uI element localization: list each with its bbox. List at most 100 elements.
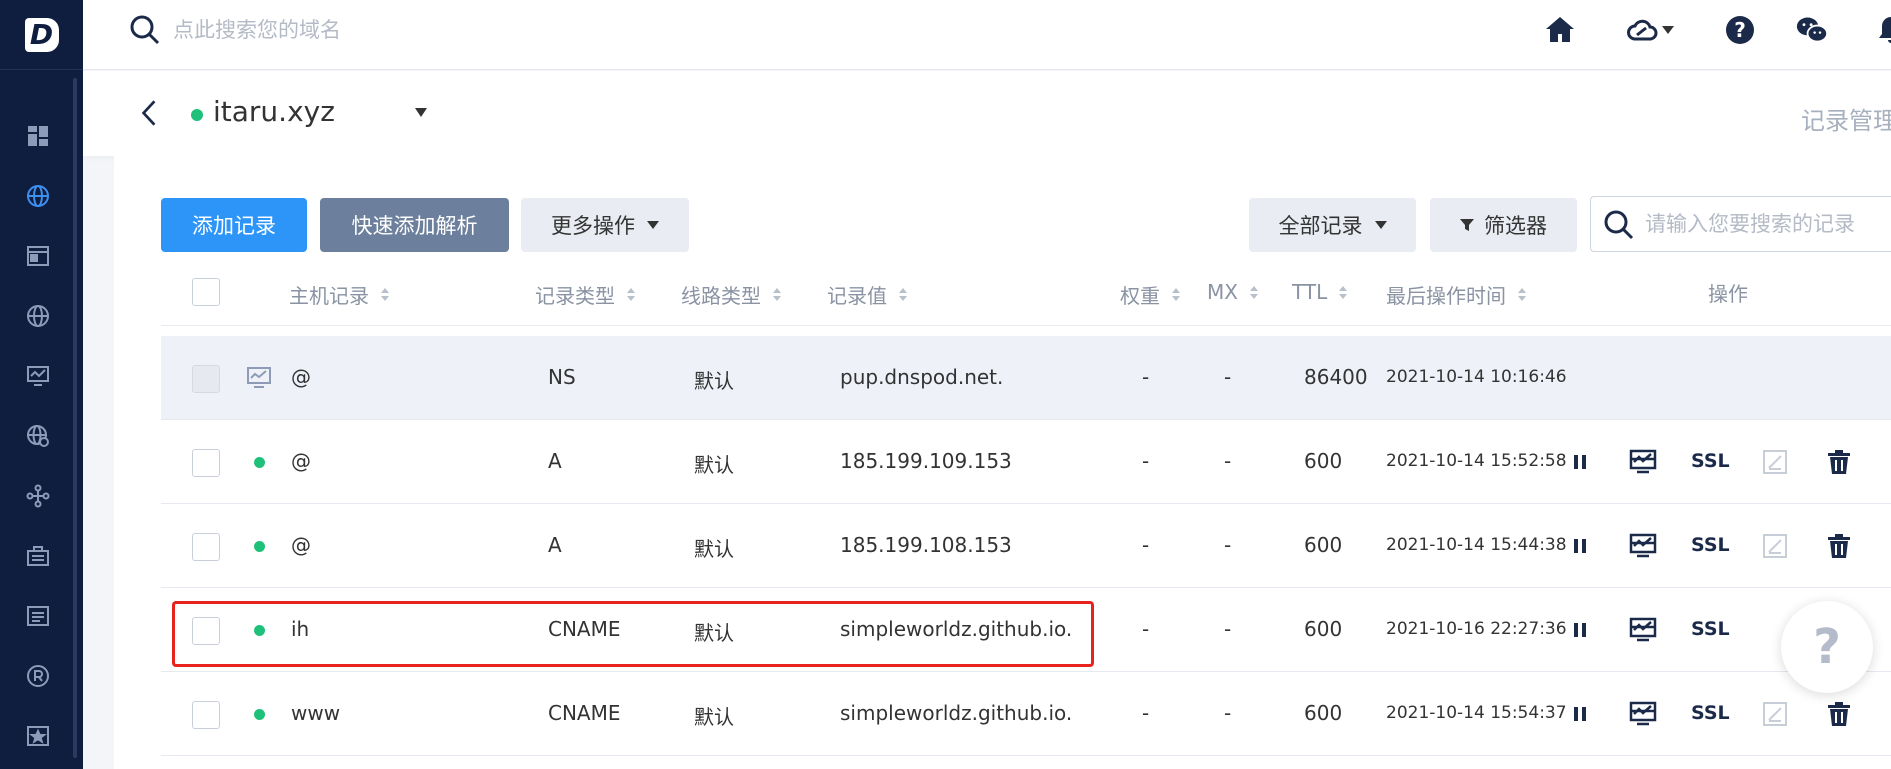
pause-icon[interactable] bbox=[1563, 529, 1597, 563]
network-icon[interactable] bbox=[24, 482, 52, 510]
more-actions-button[interactable]: 更多操作 bbox=[521, 198, 689, 252]
col-ttl-label: TTL bbox=[1292, 280, 1328, 304]
monitor-icon[interactable] bbox=[24, 362, 52, 390]
logo-mark: D bbox=[24, 17, 59, 52]
window-icon[interactable] bbox=[24, 242, 52, 270]
briefcase-icon[interactable] bbox=[24, 542, 52, 570]
ssl-button[interactable]: SSL bbox=[1691, 450, 1730, 472]
cell-value: simpleworldz.github.io. bbox=[840, 701, 1073, 725]
pause-icon[interactable] bbox=[1563, 445, 1597, 479]
filter-label: 筛选器 bbox=[1484, 214, 1547, 238]
col-weight-label: 权重 bbox=[1120, 284, 1160, 308]
domain-dropdown-caret-icon[interactable] bbox=[415, 108, 427, 117]
trash-icon[interactable] bbox=[1822, 697, 1856, 731]
monitor-icon[interactable] bbox=[1626, 529, 1660, 563]
globe-icon[interactable] bbox=[24, 302, 52, 330]
record-search-input[interactable] bbox=[1645, 209, 1891, 239]
sort-icon bbox=[1172, 288, 1180, 301]
ssl-button[interactable]: SSL bbox=[1691, 702, 1730, 724]
floating-help-button[interactable]: ? bbox=[1781, 601, 1873, 693]
table-header: 主机记录 记录类型 线路类型 记录值 权重 MX TTL 最后操作时间 操作 bbox=[161, 260, 1891, 326]
domain-name[interactable]: itaru.xyz bbox=[213, 95, 335, 128]
sort-icon bbox=[773, 288, 781, 301]
cell-host: ih bbox=[291, 617, 310, 641]
cloud-icon bbox=[1627, 19, 1658, 41]
all-records-dropdown[interactable]: 全部记录 bbox=[1249, 198, 1416, 252]
cell-host: @ bbox=[291, 449, 311, 473]
cell-value: 185.199.108.153 bbox=[840, 533, 1012, 557]
star-box-icon[interactable] bbox=[24, 722, 52, 750]
cell-mx: - bbox=[1224, 449, 1232, 473]
cell-mx: - bbox=[1224, 617, 1232, 641]
cell-ttl: 600 bbox=[1304, 533, 1343, 557]
home-icon[interactable] bbox=[1542, 12, 1578, 48]
col-mx[interactable]: MX bbox=[1207, 280, 1258, 304]
logo[interactable]: D bbox=[0, 0, 83, 70]
pause-icon[interactable] bbox=[1563, 697, 1597, 731]
bell-icon[interactable] bbox=[1875, 12, 1891, 48]
edit-icon[interactable] bbox=[1758, 697, 1792, 731]
sidebar-scrollbar[interactable] bbox=[73, 78, 77, 758]
dns-globe-icon[interactable] bbox=[24, 182, 52, 210]
add-record-button[interactable]: 添加记录 bbox=[161, 198, 307, 252]
monitor-icon[interactable] bbox=[1626, 697, 1660, 731]
col-time-label: 最后操作时间 bbox=[1386, 284, 1506, 308]
all-records-label: 全部记录 bbox=[1278, 214, 1363, 238]
cell-host: www bbox=[291, 701, 341, 725]
cell-time: 2021-10-14 15:54:37 bbox=[1386, 703, 1567, 723]
cell-line: 默认 bbox=[694, 453, 734, 477]
row-checkbox[interactable] bbox=[192, 701, 220, 729]
row-checkbox[interactable] bbox=[192, 449, 220, 477]
list-icon[interactable] bbox=[24, 602, 52, 630]
search-icon[interactable] bbox=[1603, 209, 1635, 241]
cell-weight: - bbox=[1142, 617, 1150, 641]
status-dot bbox=[254, 709, 265, 720]
registered-icon[interactable] bbox=[24, 662, 52, 690]
help-icon[interactable]: ? bbox=[1722, 12, 1758, 48]
globe-settings-icon[interactable] bbox=[24, 422, 52, 450]
monitor-icon[interactable] bbox=[1626, 613, 1660, 647]
cell-time: 2021-10-14 10:16:46 bbox=[1386, 367, 1567, 387]
status-dot bbox=[254, 625, 265, 636]
svg-text:?: ? bbox=[1734, 18, 1746, 42]
select-all-checkbox[interactable] bbox=[192, 278, 220, 306]
chevron-down-icon bbox=[1662, 26, 1674, 34]
dashboard-icon[interactable] bbox=[24, 122, 52, 150]
monitor-icon[interactable] bbox=[1626, 445, 1660, 479]
row-checkbox[interactable] bbox=[192, 617, 220, 645]
col-line[interactable]: 线路类型 bbox=[681, 280, 781, 309]
sort-icon bbox=[627, 288, 635, 301]
trash-icon[interactable] bbox=[1822, 529, 1856, 563]
status-dot bbox=[254, 541, 265, 552]
pause-icon[interactable] bbox=[1563, 613, 1597, 647]
search-icon[interactable] bbox=[129, 14, 161, 46]
quick-add-button[interactable]: 快速添加解析 bbox=[320, 198, 509, 252]
back-button[interactable] bbox=[133, 95, 165, 131]
cell-host: @ bbox=[291, 365, 311, 389]
filter-button[interactable]: 筛选器 bbox=[1430, 198, 1577, 252]
col-type[interactable]: 记录类型 bbox=[535, 280, 635, 309]
chevron-down-icon bbox=[1374, 221, 1387, 229]
col-host[interactable]: 主机记录 bbox=[289, 280, 389, 309]
edit-icon[interactable] bbox=[1758, 529, 1792, 563]
cloud-menu[interactable] bbox=[1620, 12, 1680, 48]
col-value[interactable]: 记录值 bbox=[827, 280, 907, 309]
record-manage-label[interactable]: 记录管理 bbox=[1801, 101, 1891, 136]
sort-icon bbox=[1249, 285, 1258, 299]
system-record-icon bbox=[246, 366, 272, 390]
wechat-icon[interactable] bbox=[1792, 12, 1832, 48]
col-ttl[interactable]: TTL bbox=[1292, 280, 1348, 304]
trash-icon[interactable] bbox=[1822, 445, 1856, 479]
cell-line: 默认 bbox=[694, 621, 734, 645]
table-row: @ A 默认 185.199.109.153 - - 600 2021-10-1… bbox=[161, 420, 1891, 504]
ssl-button[interactable]: SSL bbox=[1691, 618, 1730, 640]
cell-type: A bbox=[548, 533, 562, 557]
col-line-label: 线路类型 bbox=[681, 284, 761, 308]
cell-ttl: 86400 bbox=[1304, 365, 1368, 389]
col-weight[interactable]: 权重 bbox=[1120, 280, 1180, 309]
domain-search-input[interactable] bbox=[173, 14, 573, 46]
col-time[interactable]: 最后操作时间 bbox=[1386, 280, 1526, 309]
ssl-button[interactable]: SSL bbox=[1691, 534, 1730, 556]
row-checkbox[interactable] bbox=[192, 533, 220, 561]
edit-icon[interactable] bbox=[1758, 445, 1792, 479]
